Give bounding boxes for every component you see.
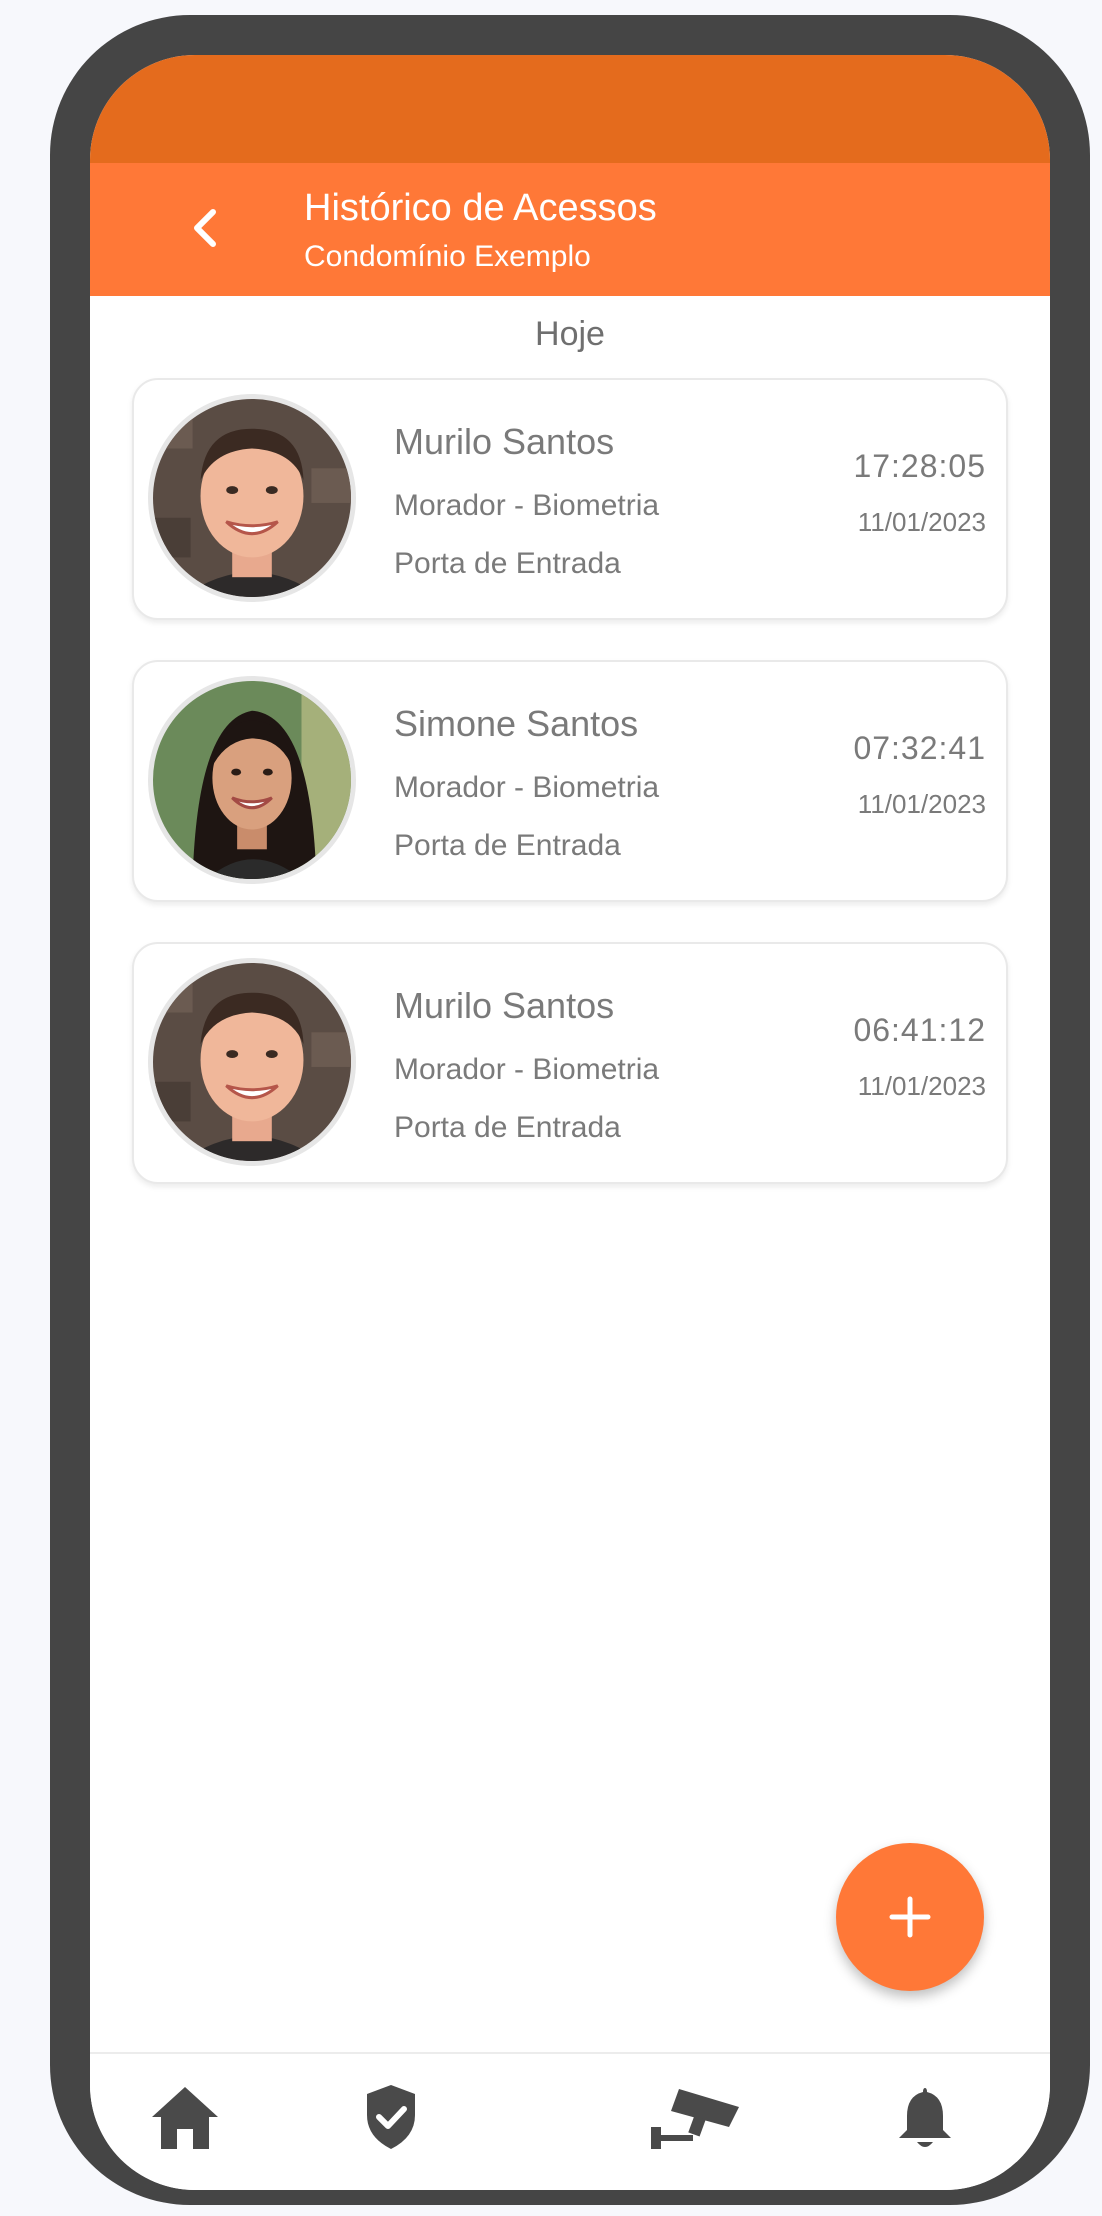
person-name: Murilo Santos — [394, 985, 615, 1026]
access-record-card[interactable]: Simone Santos Morador - Biometria Porta … — [132, 660, 1008, 902]
access-list: Murilo Santos Morador - Biometria Porta … — [132, 378, 1008, 1224]
status-bar — [90, 55, 1050, 163]
bell-icon — [899, 2088, 951, 2147]
security-camera-icon — [651, 2089, 739, 2149]
access-date: 11/01/2023 — [857, 1071, 986, 1101]
bottom-navigation — [90, 2052, 1050, 2190]
back-button[interactable] — [170, 193, 240, 263]
avatar — [148, 394, 356, 602]
nav-home[interactable] — [130, 2072, 240, 2162]
nav-notifications[interactable] — [870, 2072, 980, 2162]
access-date: 11/01/2023 — [857, 789, 986, 819]
avatar — [148, 958, 356, 1166]
access-type: Morador - Biometria — [394, 489, 660, 522]
plus-icon — [889, 1896, 931, 1938]
add-button[interactable] — [836, 1843, 984, 1991]
shield-check-icon — [367, 2085, 415, 2149]
page-title: Histórico de Acessos — [304, 187, 657, 229]
access-time: 06:41:12 — [853, 1012, 986, 1048]
access-door: Porta de Entrada — [394, 547, 621, 580]
home-icon — [152, 2087, 218, 2149]
app-screen: Histórico de Acessos Condomínio Exemplo … — [90, 55, 1050, 2190]
female-resident-photo — [153, 681, 351, 879]
nav-security[interactable] — [336, 2072, 446, 2162]
person-name: Murilo Santos — [394, 421, 615, 462]
access-door: Porta de Entrada — [394, 1111, 621, 1144]
access-type: Morador - Biometria — [394, 771, 660, 804]
date-section-label: Hoje — [535, 315, 605, 353]
access-date: 11/01/2023 — [857, 507, 986, 537]
access-type: Morador - Biometria — [394, 1053, 660, 1086]
access-record-card[interactable]: Murilo Santos Morador - Biometria Porta … — [132, 942, 1008, 1184]
male-resident-photo — [153, 963, 351, 1161]
access-time: 17:28:05 — [853, 448, 986, 484]
person-name: Simone Santos — [394, 703, 639, 744]
male-resident-photo — [153, 399, 351, 597]
chevron-left-icon — [194, 209, 216, 247]
avatar — [148, 676, 356, 884]
access-door: Porta de Entrada — [394, 829, 621, 862]
access-record-card[interactable]: Murilo Santos Morador - Biometria Porta … — [132, 378, 1008, 620]
page-subtitle: Condomínio Exemplo — [304, 240, 591, 273]
access-time: 07:32:41 — [853, 730, 986, 766]
app-header: Histórico de Acessos Condomínio Exemplo — [90, 163, 1050, 296]
nav-cameras[interactable] — [640, 2072, 750, 2162]
